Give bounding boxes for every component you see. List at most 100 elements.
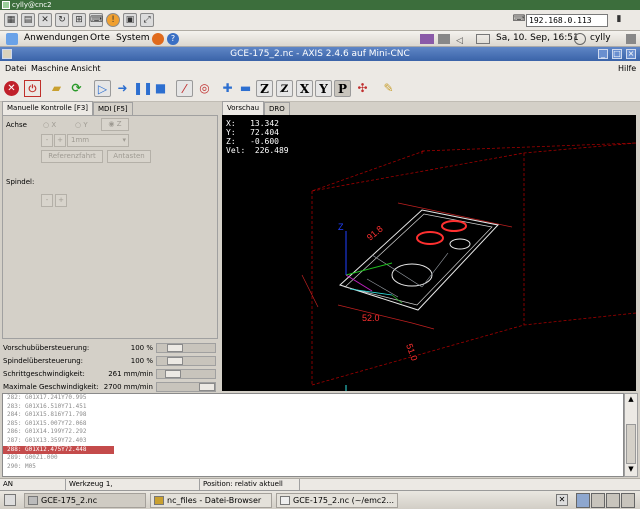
firefox-icon[interactable]	[152, 33, 164, 45]
open-file-icon[interactable]: ▰	[48, 80, 65, 97]
optional-stop-icon[interactable]: ◎	[196, 80, 213, 97]
menu-places[interactable]: Orte	[90, 31, 110, 46]
zoom-in-icon[interactable]: ✚	[219, 80, 236, 97]
spindle-override-slider[interactable]	[156, 356, 216, 366]
dro-z: Z: -0.600	[226, 137, 279, 146]
estop-icon[interactable]: ✕	[4, 81, 19, 96]
gcode-line[interactable]: 286: G01X14.199Y72.292	[3, 428, 623, 437]
task-axis[interactable]: GCE-175_2.nc	[24, 493, 146, 508]
view-y-icon[interactable]: Y	[315, 80, 332, 97]
fullscreen-icon[interactable]: ⤢	[140, 13, 154, 27]
monitor-icon[interactable]	[438, 34, 450, 44]
step-icon[interactable]: ➜	[114, 80, 131, 97]
top-panel: Anwendungen Orte System ? ◁ Sa, 10. Sep,…	[0, 31, 640, 47]
workspace-icon[interactable]: ✕	[556, 494, 568, 506]
window-menu-icon[interactable]	[2, 49, 12, 59]
stock-outline	[339, 209, 499, 311]
options-icon[interactable]: ▦	[4, 13, 18, 27]
machine-power-icon[interactable]: ⏻	[24, 80, 41, 97]
dimension-z-label: 91.8	[365, 224, 385, 243]
tab-preview[interactable]: Vorschau	[222, 101, 265, 115]
network-icon[interactable]	[420, 34, 434, 44]
view-perspective-icon[interactable]: P	[334, 80, 351, 97]
axis-app-icon	[28, 496, 38, 505]
gcode-line-current[interactable]: 288: G01X12.475Y72.448	[3, 445, 114, 455]
toolpath-preview[interactable]: Z 52.0 51.0 91.8 X: 13.342 Y: 72.404 Z: -0…	[222, 115, 636, 391]
screenshot-icon[interactable]: ▣	[123, 13, 137, 27]
close-icon[interactable]: ✕	[38, 13, 52, 27]
tab-mdi[interactable]: MDI [F5]	[93, 102, 133, 115]
jog-speed-slider[interactable]	[156, 369, 216, 379]
jog-plus-button[interactable]: +	[54, 134, 66, 147]
scroll-down-icon[interactable]: ▼	[626, 465, 636, 475]
user-name[interactable]: cylly	[590, 31, 611, 46]
zoom-out-icon[interactable]: ▬	[237, 80, 254, 97]
view-x-icon[interactable]: X	[296, 80, 313, 97]
menu-machine[interactable]: Maschine	[31, 61, 69, 76]
menu-system[interactable]: System	[116, 31, 150, 46]
gcode-listing[interactable]: 282: G01X17.241Y70.995 283: G01X16.510Y7…	[2, 393, 624, 477]
task-file-browser[interactable]: nc_files - Datei-Browser	[150, 493, 272, 508]
keyboard-icon[interactable]: ⌨	[89, 13, 103, 27]
keyboard-layout-icon[interactable]: ⌨	[512, 13, 526, 27]
spindle-plus-button[interactable]: +	[55, 194, 67, 207]
volume-icon[interactable]: ◁	[456, 34, 466, 46]
scroll-up-icon[interactable]: ▲	[626, 395, 636, 405]
max-velocity-value: 2700 mm/min	[103, 383, 153, 391]
toggle-rotation-icon[interactable]: ✣	[354, 80, 371, 97]
logout-icon[interactable]	[626, 34, 636, 44]
max-velocity-row: Maximale Geschwindigkeit: 2700 mm/min	[0, 381, 220, 393]
workspace-switcher[interactable]	[576, 493, 636, 508]
axis-toolbar: ✕ ⏻ ▰ ⟳ ▷ ➜ ❚❚ ■ ⁄ ◎ ✚ ▬ Z Z̸ X Y P ✣ ✎	[0, 76, 640, 102]
gcode-line[interactable]: 283: G01X16.510Y71.451	[3, 403, 623, 412]
gcode-line[interactable]: 290: M05	[3, 463, 623, 472]
pause-icon[interactable]: ❚❚	[133, 80, 153, 97]
gcode-line[interactable]: 285: G01X15.007Y72.068	[3, 420, 623, 429]
axis-y-radio[interactable]: ○ Y	[75, 121, 88, 129]
menu-file[interactable]: Datei	[5, 61, 26, 76]
gcode-line[interactable]: 282: G01X17.241Y70.995	[3, 394, 623, 403]
clock[interactable]: Sa, 10. Sep, 16:51	[496, 31, 579, 46]
windows-key-icon[interactable]: ⊞	[72, 13, 86, 27]
remote-window-titlebar: cylly@cnc2	[0, 0, 640, 10]
home-button[interactable]: Referenzfahrt	[41, 150, 103, 163]
touch-off-button[interactable]: Antasten	[107, 150, 151, 163]
info-icon[interactable]: !	[106, 13, 120, 27]
spindle-override-label: Spindelübersteuerung:	[3, 357, 84, 365]
battery-icon	[476, 34, 490, 44]
gcode-line[interactable]: 287: G01X13.359Y72.403	[3, 437, 623, 446]
run-icon[interactable]: ▷	[94, 80, 111, 97]
max-velocity-slider[interactable]	[156, 382, 216, 392]
increment-select[interactable]: 1mm ▾	[67, 134, 129, 147]
view-z-icon[interactable]: Z	[256, 80, 273, 97]
spindle-minus-button[interactable]: -	[41, 194, 53, 207]
axis-x-radio[interactable]: ○ X	[43, 121, 56, 129]
gcode-line[interactable]: 284: G01X15.816Y71.798	[3, 411, 623, 420]
block-delete-icon[interactable]: ⁄	[176, 80, 193, 97]
feed-override-slider[interactable]	[156, 343, 216, 353]
tab-dro[interactable]: DRO	[264, 102, 290, 115]
jog-minus-button[interactable]: -	[41, 134, 53, 147]
gcode-line[interactable]: 289: G00Z1.000	[3, 454, 623, 463]
clipboard-icon[interactable]: ▤	[21, 13, 35, 27]
power-icon[interactable]	[574, 33, 586, 45]
minimize-button[interactable]: _	[598, 49, 608, 59]
close-window-button[interactable]: ×	[626, 49, 636, 59]
axis-z-radio[interactable]: ◉ Z	[101, 118, 129, 131]
task-editor[interactable]: GCE-175_2.nc (~/emc2...	[276, 493, 398, 508]
menu-applications[interactable]: Anwendungen	[24, 31, 89, 46]
reload-icon[interactable]: ⟳	[68, 80, 85, 97]
tab-manual-control[interactable]: Manuelle Kontrolle [F3]	[2, 101, 94, 115]
view-rotated-z-icon[interactable]: Z̸	[276, 80, 293, 97]
menu-view[interactable]: Ansicht	[71, 61, 101, 76]
host-address-field[interactable]: 192.168.0.113	[526, 14, 608, 27]
maximize-button[interactable]: □	[612, 49, 622, 59]
show-desktop-icon[interactable]	[4, 494, 16, 506]
refresh-icon[interactable]: ↻	[55, 13, 69, 27]
clear-plot-icon[interactable]: ✎	[380, 80, 397, 97]
menu-help[interactable]: Hilfe	[618, 61, 636, 76]
stop-icon[interactable]: ■	[152, 80, 169, 97]
scroll-thumb[interactable]	[626, 424, 636, 464]
gcode-scrollbar[interactable]: ▲ ▼	[624, 393, 638, 477]
help-icon[interactable]: ?	[167, 33, 179, 45]
